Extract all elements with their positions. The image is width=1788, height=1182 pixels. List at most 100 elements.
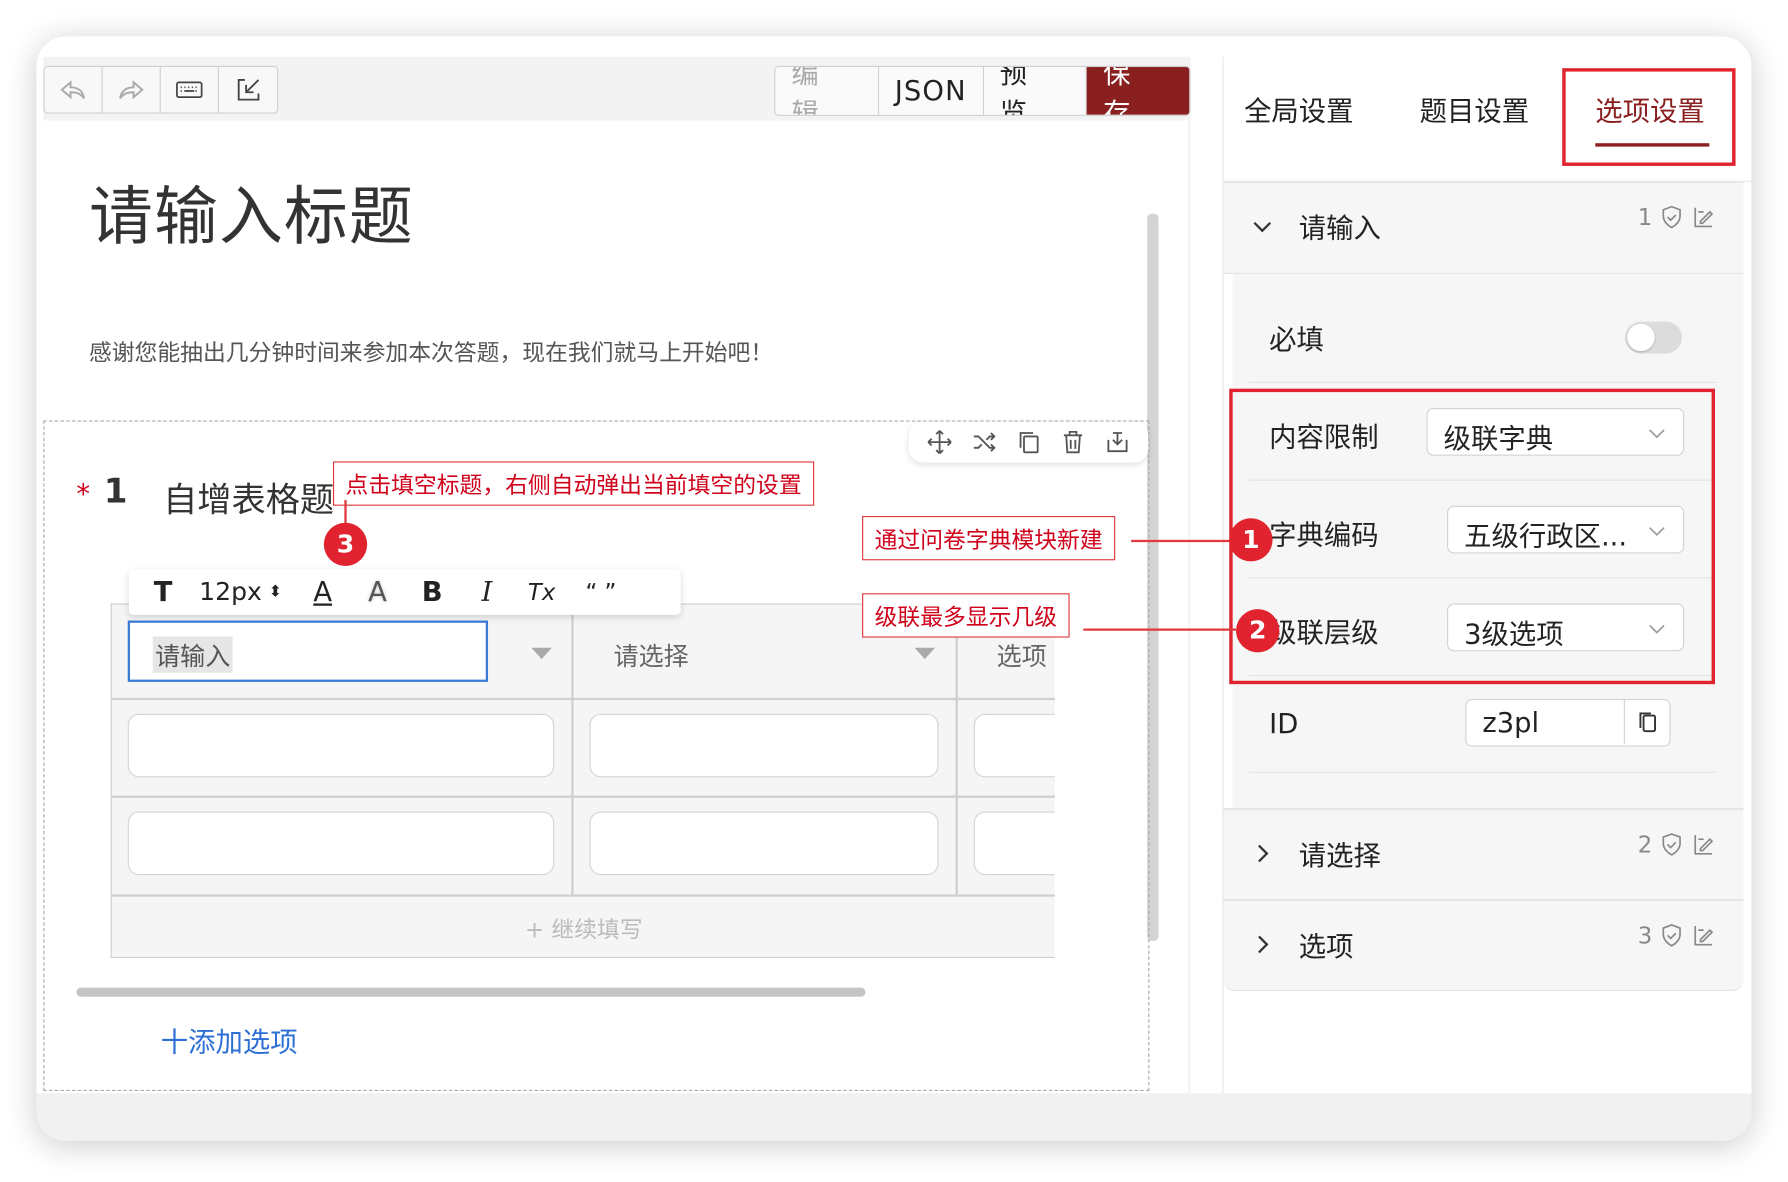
annotation-connector	[1131, 539, 1234, 542]
chevron-down-icon	[1253, 221, 1272, 233]
copy-id-button[interactable]	[1623, 700, 1670, 745]
copy-icon[interactable]	[1015, 428, 1042, 455]
required-toggle[interactable]	[1624, 321, 1682, 354]
stage: 编 辑 JSON 预 览 保 存 请输入标题 感谢您能抽出几分钟时间来参加本次答…	[0, 0, 1788, 1182]
highlight-box-fields	[1229, 388, 1716, 685]
option-section-2: 请选择 2	[1223, 809, 1744, 901]
chevron-right-icon	[1258, 935, 1269, 954]
id-value: z3pl	[1482, 706, 1540, 739]
font-color-button[interactable]: A	[295, 569, 350, 614]
shield-icon[interactable]	[1659, 923, 1684, 948]
edit-note-icon[interactable]	[1691, 832, 1716, 857]
annotation-label-3: 点击填空标题，右侧自动弹出当前填空的设置	[332, 461, 815, 506]
option-section-header[interactable]: 请选择 2	[1224, 810, 1744, 901]
window-footer	[36, 1093, 1752, 1142]
option-index: 1	[1637, 203, 1653, 231]
fill-blank-button[interactable]: “ ”	[569, 569, 633, 614]
survey-title[interactable]: 请输入标题	[89, 166, 414, 258]
format-toolbar: T 12px ⬍ A A B I Tx “ ”	[128, 569, 681, 615]
dropdown-caret-icon[interactable]	[914, 647, 936, 660]
annotation-connector	[344, 500, 347, 526]
id-row: ID z3pl	[1249, 676, 1717, 774]
row-divider	[111, 795, 1055, 798]
bold-button[interactable]: B	[405, 569, 460, 614]
keyboard-icon	[176, 81, 203, 99]
font-size-value: 12px	[199, 577, 262, 607]
column-divider	[955, 604, 958, 896]
chevron-right-icon	[1258, 844, 1269, 863]
option-section-meta: 1	[1637, 203, 1716, 231]
save-to-bank-icon[interactable]	[1103, 428, 1130, 455]
italic-button[interactable]: I	[460, 569, 515, 614]
column-header-input[interactable]: 请输入	[127, 620, 489, 682]
edit-note-icon[interactable]	[1691, 205, 1716, 230]
id-field[interactable]: z3pl	[1465, 698, 1671, 747]
table-cell-input[interactable]	[589, 713, 939, 778]
edit-note-icon[interactable]	[1691, 923, 1716, 948]
redo-button[interactable]	[103, 67, 161, 113]
option-section-3: 选项 3	[1223, 900, 1744, 992]
option-section-meta: 2	[1638, 831, 1716, 858]
column-header-label[interactable]: 选项	[997, 636, 1047, 672]
option-section-title: 请选择	[1298, 839, 1381, 872]
option-index: 3	[1637, 921, 1653, 949]
row-divider	[111, 697, 1055, 700]
highlight-button[interactable]: A	[350, 569, 405, 614]
required-label: 必填	[1269, 323, 1324, 356]
column-header-label: 请输入	[152, 636, 233, 673]
edit-mode-button[interactable]: 编 辑	[775, 67, 879, 115]
shield-icon[interactable]	[1659, 832, 1684, 857]
add-row-button[interactable]: + 继续填写	[112, 896, 1055, 957]
undo-button[interactable]	[44, 67, 103, 113]
auto-increment-table: 请输入 请选择 选项 + 继续填写	[110, 603, 1055, 959]
clear-format-button[interactable]: Tx	[514, 569, 569, 614]
undo-icon	[60, 80, 86, 100]
json-mode-button[interactable]: JSON	[878, 67, 984, 115]
required-mark: *	[76, 478, 91, 511]
annotation-badge-3: 3	[323, 522, 368, 566]
shield-icon[interactable]	[1659, 205, 1684, 230]
font-size-stepper[interactable]: 12px ⬍	[186, 569, 295, 614]
table-cell-input[interactable]	[973, 713, 1055, 778]
annotation-label-2: 级联最多显示几级	[862, 593, 1070, 638]
tab-question-settings[interactable]: 题目设置	[1420, 89, 1529, 129]
question-title[interactable]: 自增表格题	[163, 472, 334, 522]
annotation-connector	[1083, 628, 1237, 631]
highlight-box-tab	[1562, 68, 1736, 166]
survey-description[interactable]: 感谢您能抽出几分钟时间来参加本次答题，现在我们就马上开始吧！	[89, 334, 773, 367]
keyboard-button[interactable]	[161, 67, 219, 113]
option-section-title: 请输入	[1298, 212, 1381, 245]
horizontal-scrollbar[interactable]	[76, 987, 866, 997]
shuffle-icon[interactable]	[971, 428, 998, 455]
required-row: 必填	[1248, 285, 1717, 384]
mode-switch: 编 辑 JSON 预 览 保 存	[774, 65, 1191, 116]
column-header-label[interactable]: 请选择	[613, 636, 688, 672]
editor-area: 编 辑 JSON 预 览 保 存 请输入标题 感谢您能抽出几分钟时间来参加本次答…	[43, 56, 1191, 1094]
annotation-label-1: 通过问卷字典模块新建	[862, 515, 1116, 561]
add-option-link[interactable]: 十添加选项	[161, 1019, 298, 1059]
table-cell-input[interactable]	[127, 713, 555, 778]
text-style-button[interactable]: T	[140, 569, 186, 614]
table-cell-input[interactable]	[589, 811, 939, 876]
question-actions	[908, 421, 1149, 463]
delete-icon[interactable]	[1059, 428, 1086, 455]
divider	[1248, 771, 1717, 773]
column-divider	[571, 604, 574, 896]
save-button[interactable]: 保 存	[1087, 67, 1190, 115]
question-number: 1	[103, 471, 128, 512]
preview-mode-button[interactable]: 预 览	[983, 67, 1088, 115]
stepper-arrows-icon: ⬍	[268, 583, 283, 602]
app-window: 编 辑 JSON 预 览 保 存 请输入标题 感谢您能抽出几分钟时间来参加本次答…	[36, 36, 1752, 1142]
move-icon[interactable]	[926, 428, 953, 455]
history-toolbar	[43, 65, 279, 114]
option-section-header[interactable]: 选项 3	[1224, 901, 1744, 992]
dropdown-caret-icon[interactable]	[531, 647, 552, 660]
tab-global-settings[interactable]: 全局设置	[1244, 89, 1353, 129]
redo-icon	[119, 80, 144, 100]
id-label: ID	[1269, 708, 1299, 740]
table-cell-input[interactable]	[127, 811, 555, 876]
table-cell-input[interactable]	[973, 811, 1055, 876]
import-button[interactable]	[219, 67, 277, 112]
option-section-header[interactable]: 请输入 1	[1223, 182, 1744, 274]
annotation-badge-1: 1	[1229, 518, 1273, 562]
